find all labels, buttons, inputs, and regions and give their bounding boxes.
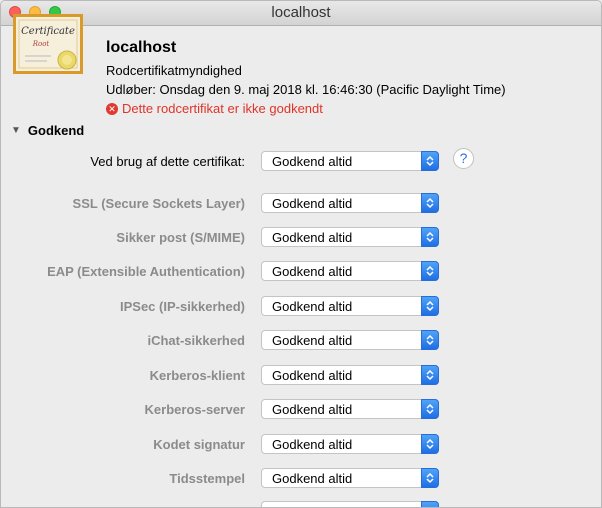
certificate-warning: ✕ Dette rodcertifikat er ikke godkendt	[106, 101, 323, 116]
certificate-icon-script: Certificate	[21, 26, 75, 37]
triangle-down-icon[interactable]: ▼	[11, 125, 21, 136]
popup-value: Godkend altid	[272, 154, 353, 169]
chevron-updown-icon	[421, 330, 439, 350]
trust-popup[interactable]: Godkend altid	[261, 296, 439, 316]
trust-main-popup[interactable]: Godkend altid	[261, 151, 439, 171]
title-bar: localhost	[1, 1, 601, 26]
trust-row-kerberos-server: Kerberos-server Godkend altid	[1, 399, 601, 421]
popup-value: Godkend altid	[272, 264, 353, 279]
trust-row-kerberos-client: Kerberos-klient Godkend altid	[1, 365, 601, 387]
certificate-window: localhost Certificate Root localhost Rod…	[0, 0, 602, 508]
chevron-updown-icon	[421, 151, 439, 171]
trust-row-label: Kerberos-klient	[149, 368, 245, 383]
certificate-icon: Certificate Root	[13, 14, 83, 102]
popup-value: Godkend altid	[272, 333, 353, 348]
trust-row-label: Tidsstempel	[169, 471, 245, 486]
trust-popup[interactable]: Godkend altid	[261, 468, 439, 488]
trust-popup[interactable]: Godkend altid	[261, 227, 439, 247]
chevron-updown-icon	[421, 365, 439, 385]
trust-popup[interactable]: Godkend altid	[261, 365, 439, 385]
trust-row-partial	[1, 501, 601, 507]
trust-section-label: Godkend	[27, 123, 85, 138]
chevron-updown-icon	[421, 501, 439, 507]
help-button[interactable]: ?	[453, 148, 474, 169]
popup-value: Godkend altid	[272, 402, 353, 417]
trust-popup[interactable]: Godkend altid	[261, 193, 439, 213]
trust-row-eap: EAP (Extensible Authentication) Godkend …	[1, 261, 601, 283]
trust-popup[interactable]: Godkend altid	[261, 399, 439, 419]
trust-section-toggle[interactable]: ▼ Godkend	[11, 123, 84, 138]
trust-main-row: Ved brug af dette certifikat: Godkend al…	[1, 148, 601, 173]
trust-row-label: Kerberos-server	[144, 402, 245, 417]
certificate-warning-text: Dette rodcertifikat er ikke godkendt	[122, 101, 323, 116]
certificate-expiry: Udløber: Onsdag den 9. maj 2018 kl. 16:4…	[106, 82, 506, 97]
error-x-icon: ✕	[106, 102, 118, 115]
popup-value: Godkend altid	[272, 230, 353, 245]
popup-value: Godkend altid	[272, 368, 353, 383]
certificate-name: localhost	[106, 39, 177, 56]
chevron-updown-icon	[421, 193, 439, 213]
popup-value: Godkend altid	[272, 299, 353, 314]
chevron-updown-icon	[421, 434, 439, 454]
trust-row-label: iChat-sikkerhed	[147, 333, 245, 348]
trust-row-label: Kodet signatur	[153, 437, 245, 452]
trust-row-label: EAP (Extensible Authentication)	[47, 264, 245, 279]
trust-row-code-signing: Kodet signatur Godkend altid	[1, 434, 601, 456]
trust-row-ichat: iChat-sikkerhed Godkend altid	[1, 330, 601, 352]
trust-row-timestamp: Tidsstempel Godkend altid	[1, 468, 601, 490]
popup-value: Godkend altid	[272, 196, 353, 211]
trust-row-ssl: SSL (Secure Sockets Layer) Godkend altid	[1, 193, 601, 215]
popup-value: Godkend altid	[272, 471, 353, 486]
popup-value: Godkend altid	[272, 437, 353, 452]
trust-row-ipsec: IPSec (IP-sikkerhed) Godkend altid	[1, 296, 601, 318]
trust-row-label: SSL (Secure Sockets Layer)	[72, 196, 245, 211]
trust-main-label: Ved brug af dette certifikat:	[90, 154, 245, 169]
chevron-updown-icon	[421, 399, 439, 419]
trust-row-smime: Sikker post (S/MIME) Godkend altid	[1, 227, 601, 249]
trust-row-label: IPSec (IP-sikkerhed)	[120, 299, 245, 314]
trust-popup[interactable]: Godkend altid	[261, 330, 439, 350]
chevron-updown-icon	[421, 227, 439, 247]
chevron-updown-icon	[421, 296, 439, 316]
chevron-updown-icon	[421, 468, 439, 488]
certificate-icon-sub: Root	[32, 40, 50, 48]
window-title: localhost	[271, 4, 331, 21]
chevron-updown-icon	[421, 261, 439, 281]
trust-popup[interactable]: Godkend altid	[261, 434, 439, 454]
trust-popup[interactable]: Godkend altid	[261, 261, 439, 281]
trust-row-label: Sikker post (S/MIME)	[116, 230, 245, 245]
certificate-type: Rodcertifikatmyndighed	[106, 63, 242, 78]
trust-popup[interactable]	[261, 501, 439, 507]
